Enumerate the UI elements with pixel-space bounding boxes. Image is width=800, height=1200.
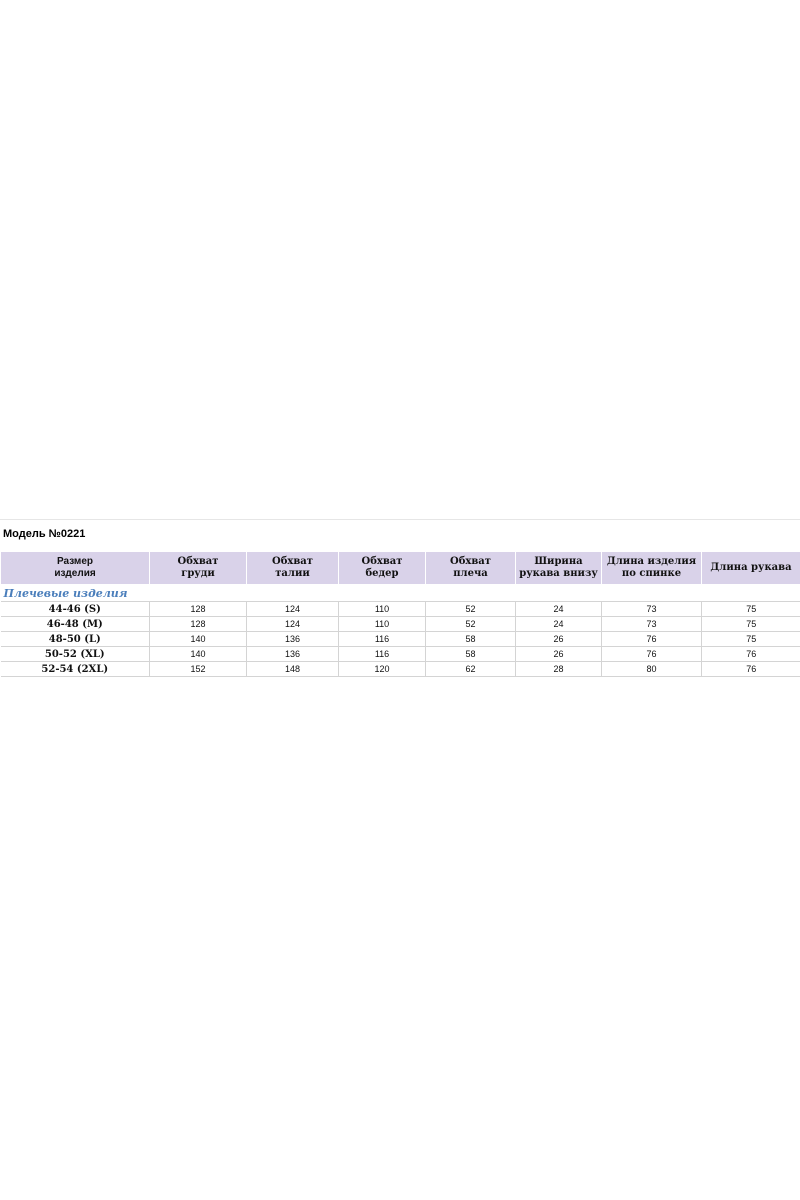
- table-cell: 24: [515, 601, 602, 617]
- column-header-line: талии: [275, 568, 310, 579]
- table-cell: 75: [701, 616, 800, 632]
- column-header-upper-arm: Обхват плеча: [425, 551, 516, 585]
- column-header-line: Обхват: [361, 556, 403, 567]
- table-cell: 110: [338, 601, 426, 617]
- table-cell: 76: [601, 631, 702, 647]
- table-cell: 75: [701, 631, 800, 647]
- column-header-line: Обхват: [450, 556, 491, 567]
- table-cell: 116: [338, 631, 426, 647]
- column-header-line: Обхват: [272, 556, 313, 567]
- column-header-hips: Обхват бедер: [338, 551, 426, 585]
- size-cell: 48-50 (L): [0, 631, 150, 647]
- table-header-row: Размер изделия Обхват груди Обхват талии…: [0, 551, 800, 585]
- column-header-chest: Обхват груди: [149, 551, 247, 585]
- table-cell: 73: [601, 601, 702, 617]
- table-cell: 136: [246, 646, 339, 662]
- column-header-line: груди: [181, 568, 215, 579]
- table-cell: 128: [149, 616, 247, 632]
- table-cell: 76: [601, 646, 702, 662]
- table-cell: 58: [425, 631, 516, 647]
- table-cell: 152: [149, 661, 247, 677]
- size-cell: 52-54 (2XL): [0, 661, 150, 677]
- table-cell: 52: [425, 601, 516, 617]
- column-header-sleeve-length: Длина рукава: [701, 551, 800, 585]
- table-cell: 26: [515, 646, 602, 662]
- column-header-line: Обхват: [177, 556, 219, 567]
- column-header-back-length: Длина изделия по спинке: [601, 551, 702, 585]
- size-chart-table: Размер изделия Обхват груди Обхват талии…: [0, 551, 800, 677]
- column-header-line: рукава внизу: [519, 568, 598, 579]
- size-cell: 46-48 (M): [0, 616, 150, 632]
- table-cell: 120: [338, 661, 426, 677]
- table-row: 44-46 (S) 128 124 110 52 24 73 75: [0, 601, 800, 617]
- table-cell: 62: [425, 661, 516, 677]
- table-cell: 80: [601, 661, 702, 677]
- section-row: Плечевые изделия: [0, 584, 800, 602]
- table-cell: 73: [601, 616, 702, 632]
- table-cell: 110: [338, 616, 426, 632]
- model-title: Модель №0221: [3, 528, 86, 540]
- column-header-line: плеча: [453, 568, 488, 579]
- table-cell: 148: [246, 661, 339, 677]
- column-header-line: по спинке: [621, 568, 682, 579]
- sheet-top-rule: [0, 519, 800, 520]
- table-cell: 58: [425, 646, 516, 662]
- table-row: 46-48 (M) 128 124 110 52 24 73 75: [0, 616, 800, 632]
- table-row: 48-50 (L) 140 136 116 58 26 76 75: [0, 631, 800, 647]
- table-cell: 26: [515, 631, 602, 647]
- column-header-line: Длина изделия: [606, 556, 697, 567]
- size-cell: 44-46 (S): [0, 601, 150, 617]
- column-header-line: Ширина: [534, 556, 583, 567]
- column-header-size: Размер изделия: [0, 551, 150, 585]
- table-cell: 128: [149, 601, 247, 617]
- section-label: Плечевые изделия: [0, 584, 800, 602]
- table-cell: 140: [149, 631, 247, 647]
- table-cell: 116: [338, 646, 426, 662]
- table-row: 50-52 (XL) 140 136 116 58 26 76 76: [0, 646, 800, 662]
- column-header-waist: Обхват талии: [246, 551, 339, 585]
- table-row: 52-54 (2XL) 152 148 120 62 28 80 76: [0, 661, 800, 677]
- column-header-line: бедер: [365, 568, 399, 579]
- table-cell: 140: [149, 646, 247, 662]
- table-cell: 76: [701, 661, 800, 677]
- table-cell: 124: [246, 616, 339, 632]
- table-cell: 124: [246, 601, 339, 617]
- table-cell: 75: [701, 601, 800, 617]
- table-cell: 52: [425, 616, 516, 632]
- column-header-sleeve-width: Ширина рукава внизу: [515, 551, 602, 585]
- column-header-line: Длина рукава: [710, 562, 792, 573]
- table-cell: 76: [701, 646, 800, 662]
- table-cell: 24: [515, 616, 602, 632]
- column-header-line: изделия: [54, 568, 96, 579]
- column-header-line: Размер: [56, 556, 93, 567]
- table-cell: 28: [515, 661, 602, 677]
- table-cell: 136: [246, 631, 339, 647]
- size-cell: 50-52 (XL): [0, 646, 150, 662]
